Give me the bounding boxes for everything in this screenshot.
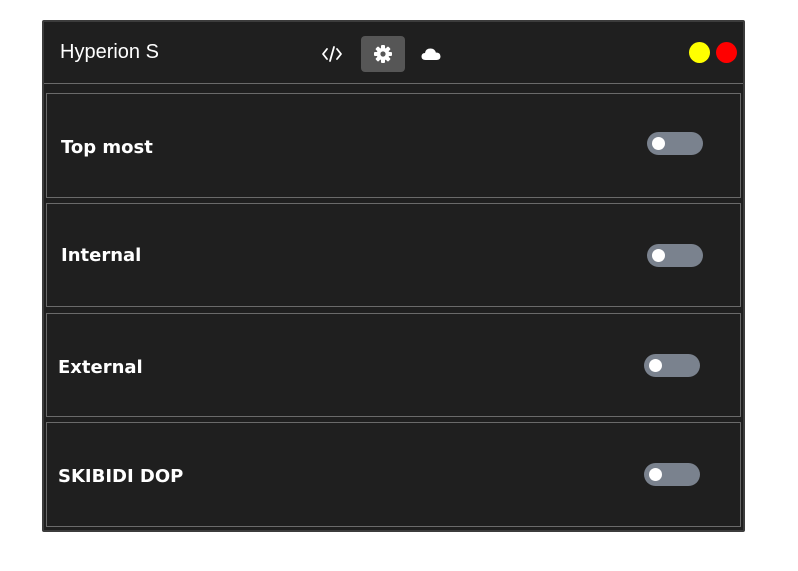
setting-label: SKIBIDI DOP [58, 466, 184, 487]
toggle-knob [652, 249, 665, 262]
setting-row-skibidi-dop: SKIBIDI DOP [46, 422, 741, 527]
cloud-icon [420, 46, 442, 62]
setting-row-external: External [46, 313, 741, 417]
toggle-knob [652, 137, 665, 150]
setting-row-top-most: Top most [46, 93, 741, 198]
tab-code[interactable] [310, 36, 354, 72]
tab-cloud[interactable] [409, 36, 453, 72]
external-toggle[interactable] [644, 354, 700, 377]
tab-settings[interactable] [361, 36, 405, 72]
close-button[interactable] [716, 42, 737, 63]
toggle-knob [649, 468, 662, 481]
internal-toggle[interactable] [647, 244, 703, 267]
setting-label: External [58, 357, 143, 378]
app-window: Hyperion S Top most Internal External SK… [42, 20, 745, 532]
title-bar[interactable]: Hyperion S [44, 22, 743, 84]
code-icon [321, 45, 343, 63]
setting-label: Top most [61, 137, 153, 158]
toggle-knob [649, 359, 662, 372]
skibidi-dop-toggle[interactable] [644, 463, 700, 486]
setting-row-internal: Internal [46, 203, 741, 307]
minimize-button[interactable] [689, 42, 710, 63]
top-most-toggle[interactable] [647, 132, 703, 155]
setting-label: Internal [61, 245, 142, 266]
gear-icon [373, 44, 393, 64]
app-title: Hyperion S [60, 41, 159, 63]
